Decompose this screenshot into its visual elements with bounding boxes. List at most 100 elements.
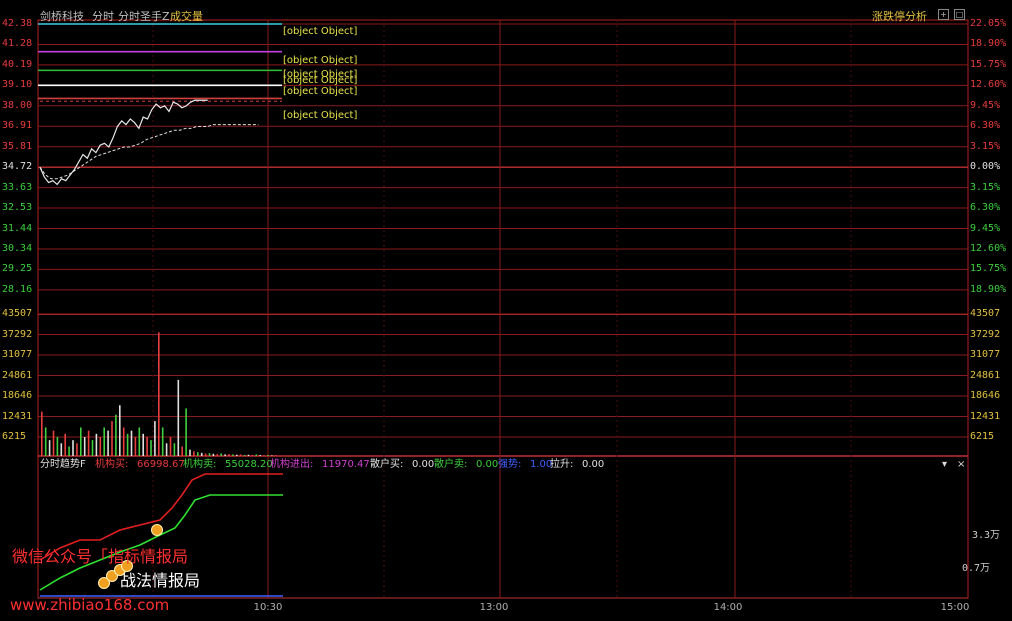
volume-bar [72,440,74,456]
tab-timeshare[interactable]: 分时 [92,8,114,24]
volume-bar [52,430,55,456]
volume-bar [64,433,66,456]
volume-bar [181,446,183,456]
volume-bar [158,332,160,456]
volume-bar [173,443,176,456]
watermark-line2: 战法情报局 [120,571,201,590]
percent-tick: 18.90% [970,283,1007,295]
volume-bar [130,430,133,456]
volume-bar [204,453,207,456]
indicator-value: 0.00 [582,459,605,470]
volume-bar [259,455,261,456]
indicator-value: 11970.47 [322,459,370,470]
percent-tick: 6.30% [970,120,1001,132]
indicator-value: 55028.20 [225,459,273,470]
volume-bar [138,427,141,456]
volume-bar [122,427,125,456]
volume-tick: 31077 [970,349,1001,360]
volume-bar [126,433,129,456]
price-tick: 33.63 [2,181,33,193]
volume-bar [154,421,156,456]
volume-tick: 37292 [970,328,1001,340]
indicator-axis-high: 3.3万 [972,530,1001,541]
time-tick: 15:00 [940,602,970,613]
price-tick: 41.28 [2,38,33,50]
indicator-label: 散户买: [370,459,404,470]
square-box-icon[interactable]: □ [954,9,965,20]
volume-tick: 43507 [970,308,1001,319]
tab-timeshare-master[interactable]: 分时圣手Z [118,8,170,24]
signal-marker [151,524,163,536]
volume-bar [134,436,137,456]
volume-bar [212,453,215,456]
percent-tick: 6.30% [970,202,1001,214]
indicator-close-icon[interactable]: × [957,459,965,471]
price-tick: 29.25 [2,263,33,275]
volume-bar [91,440,94,456]
annotation-text: [object Object] [283,110,358,121]
volume-bar [208,453,211,456]
price-series [39,99,259,186]
percent-tick: 9.45% [970,99,1001,111]
volume-bar [216,454,219,456]
indicator-label: 散户卖: [434,459,468,470]
volume-bar [185,408,187,456]
indicator-value: 0.00 [476,459,499,470]
tab-volume[interactable]: 成交量 [170,8,203,24]
volume-bar [60,443,63,456]
percent-tick: 15.75% [970,263,1007,275]
volume-bar [220,453,222,456]
volume-bar [165,443,168,456]
price-tick: 31.44 [2,222,33,234]
volume-tick: 31077 [2,349,33,360]
chart-stage: 剑桥科技 分时 分时圣手Z 成交量 涨跌停分析 + □ 42.38 41.28 40… [0,0,1012,621]
limit-analysis-button[interactable]: 涨跌停分析 [872,8,927,24]
price-tick: 40.19 [2,58,33,70]
volume-bar [200,452,203,456]
volume-bar [111,421,113,456]
price-tick: 36.91 [2,120,33,132]
volume-bar [142,433,144,456]
chart-frame [37,19,969,599]
volume-bar [107,430,109,456]
volume-bar [197,452,199,456]
volume-bar [56,436,59,456]
volume-bar [161,427,164,456]
volume-bar [177,379,180,456]
volume-bar [224,454,226,456]
indicator-label: 强势: [498,459,522,470]
price-tick: 28.16 [2,283,33,295]
volume-bar [119,405,121,456]
volume-bar [236,454,238,456]
volume-tick: 37292 [2,328,33,340]
volume-bar [76,443,78,456]
indicator-value: 66998.67 [137,459,185,470]
percent-tick: 9.45% [970,222,1001,234]
volume-bar [169,436,172,456]
intraday-chart[interactable] [0,0,1012,621]
volume-bar [247,454,250,456]
level-lines [38,23,282,102]
indicator-dropdown-icon[interactable]: ▾ [942,459,947,471]
annotation-text: [object Object] [283,26,358,37]
volume-tick: 24861 [970,369,1001,381]
volume-bar [255,454,258,456]
plus-box-icon[interactable]: + [938,9,949,20]
indicator-axis-low: 0.7万 [962,563,991,574]
percent-tick: 3.15% [970,181,1001,193]
volume-bar [243,455,246,456]
percent-tick: 15.75% [970,58,1007,70]
indicator-label: 机构进出: [270,459,314,470]
volume-tick: 18646 [970,390,1001,401]
chart-grid [37,19,969,599]
volume-bar [44,427,47,456]
volume-bar [146,436,148,456]
volume-bar [68,446,70,456]
percent-tick: 12.60% [970,79,1007,91]
volume-bar [239,454,242,456]
volume-tick: 12431 [2,410,33,422]
volume-bar [95,433,98,456]
volume-bar [271,455,273,456]
watermark-url[interactable]: www.zhibiao168.com [10,596,169,614]
volume-tick: 12431 [970,410,1001,422]
